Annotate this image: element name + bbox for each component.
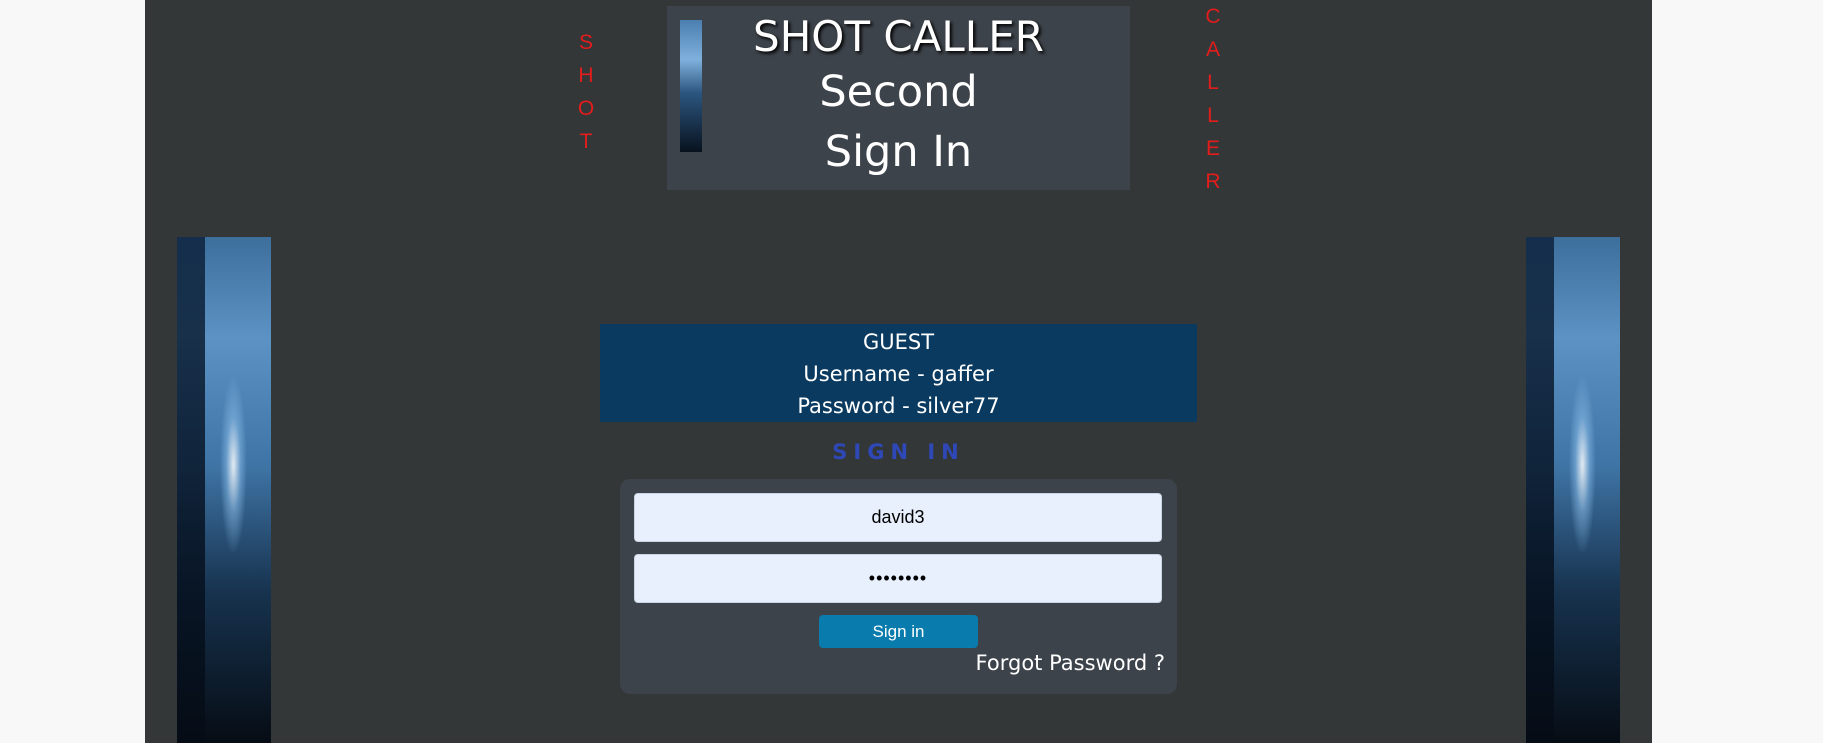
page-title: Sign In <box>824 127 973 177</box>
caller-letter: R <box>1205 170 1221 193</box>
vertical-text-shot: S H O T <box>574 26 598 158</box>
caller-letter: L <box>1207 71 1219 94</box>
signin-heading: SIGN IN <box>832 440 965 464</box>
shot-letter: S <box>578 31 593 54</box>
caller-letter: L <box>1207 104 1219 127</box>
guest-username: Username - gaffer <box>803 362 994 386</box>
guest-heading: GUEST <box>862 330 935 354</box>
shot-letter: H <box>578 64 594 87</box>
header-box: SHOT CALLER Second Sign In <box>667 6 1130 190</box>
caller-letter: A <box>1205 38 1220 61</box>
guest-password: Password - silver77 <box>797 394 1000 418</box>
signin-button[interactable]: Sign in <box>819 615 978 648</box>
caller-letter: E <box>1205 137 1220 160</box>
caller-letter: C <box>1205 5 1221 28</box>
shot-letter: T <box>579 130 593 153</box>
vertical-text-caller: C A L L E R <box>1201 0 1225 198</box>
shot-letter: O <box>577 97 595 120</box>
guest-credentials-box: GUEST Username - gaffer Password - silve… <box>600 324 1197 422</box>
site-title: SHOT CALLER <box>753 12 1044 61</box>
signin-form: Sign in Forgot Password ? <box>620 479 1177 694</box>
header-text: SHOT CALLER Second Sign In <box>667 6 1130 182</box>
forgot-password-link[interactable]: Forgot Password ? <box>976 651 1165 675</box>
password-input[interactable] <box>634 554 1162 603</box>
right-side-image <box>1526 237 1620 743</box>
left-side-image <box>177 237 271 743</box>
username-input[interactable] <box>634 493 1162 542</box>
site-subtitle: Second <box>819 67 978 117</box>
